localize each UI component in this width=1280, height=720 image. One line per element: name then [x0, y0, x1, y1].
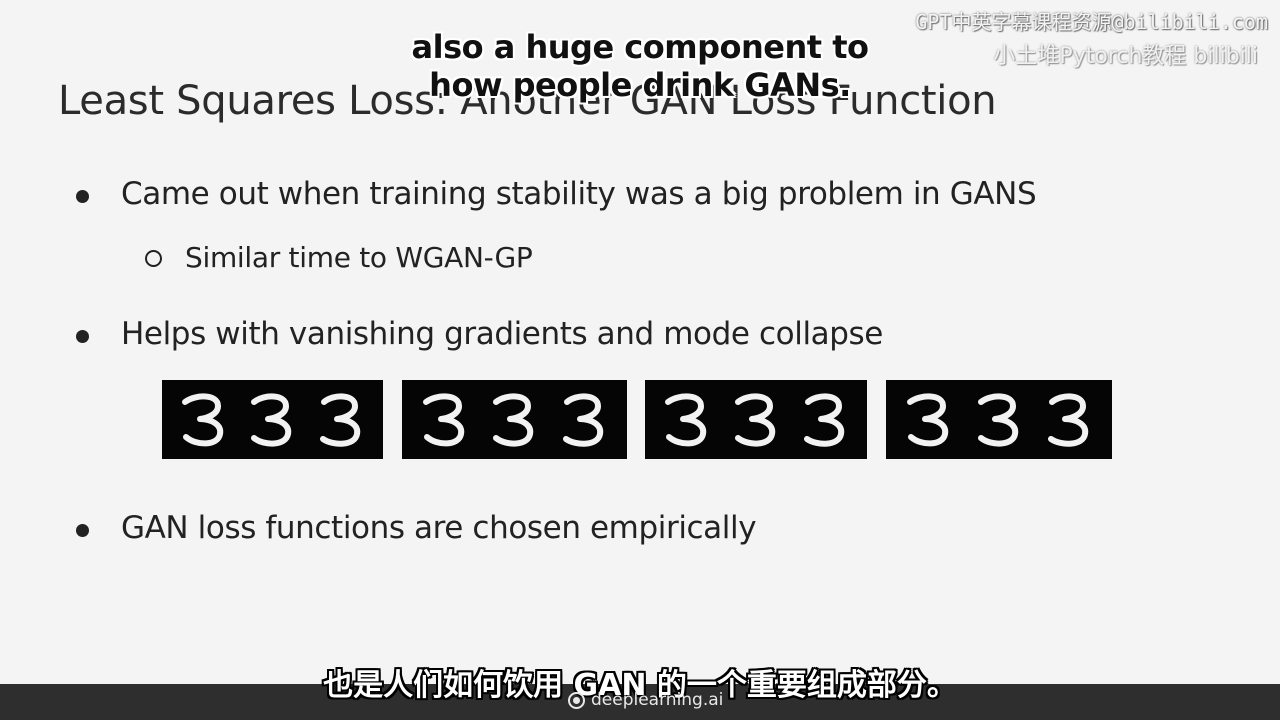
digit-stroke — [182, 393, 224, 446]
handwritten-digit-3 — [907, 393, 949, 446]
digit-stroke — [251, 393, 292, 446]
digit-stroke — [803, 393, 844, 447]
digit-stroke — [493, 393, 534, 446]
bullet-1: Came out when training stability was a b… — [76, 176, 1037, 212]
handwritten-digit-3 — [734, 393, 776, 446]
sub-bullet-1: Similar time to WGAN-GP — [145, 241, 533, 274]
handwritten-digit-3 — [251, 393, 292, 446]
handwritten-digit-3 — [493, 393, 534, 446]
slide: Least Squares Loss: Another GAN Loss Fun… — [0, 0, 1280, 720]
handwritten-digit-3 — [803, 393, 844, 447]
digit-stroke — [978, 393, 1019, 446]
bullet-3: GAN loss functions are chosen empiricall… — [76, 510, 757, 546]
mnist-digit-strip-3 — [645, 380, 867, 459]
hollow-circle-icon — [145, 250, 162, 267]
handwritten-digit-3 — [422, 393, 464, 446]
deeplearning-logo-icon — [568, 691, 585, 709]
bullet-dot-icon — [76, 190, 89, 203]
bullet-3-text: GAN loss functions are chosen empiricall… — [121, 510, 757, 546]
digit-stroke — [563, 393, 604, 447]
bullet-dot-icon — [76, 330, 89, 343]
handwritten-digit-3 — [182, 393, 224, 446]
bullet-2: Helps with vanishing gradients and mode … — [76, 316, 883, 352]
digit-stroke — [422, 393, 464, 446]
digit-stroke — [1048, 393, 1089, 447]
handwritten-digit-3 — [978, 393, 1019, 446]
mnist-digit-strip-1 — [162, 380, 383, 459]
bullet-1-text: Came out when training stability was a b… — [121, 176, 1037, 212]
digit-stroke — [734, 393, 776, 446]
digit-stroke — [319, 393, 360, 447]
digit-stroke — [907, 393, 949, 446]
bullet-2-text: Helps with vanishing gradients and mode … — [121, 316, 883, 352]
digit-stroke — [665, 393, 707, 446]
handwritten-digit-3 — [319, 393, 360, 447]
sub-bullet-1-text: Similar time to WGAN-GP — [185, 241, 533, 274]
handwritten-digit-3 — [665, 393, 707, 446]
footer-brand-label: deeplearning.ai — [591, 690, 724, 710]
footer-brand: deeplearning.ai — [568, 690, 723, 710]
subtitle-english-line-1: also a huge component to — [411, 28, 869, 66]
handwritten-digit-3 — [563, 393, 604, 447]
mnist-digit-strip-2 — [402, 380, 627, 459]
bullet-dot-icon — [76, 524, 89, 537]
handwritten-digit-3 — [1048, 393, 1089, 447]
mnist-digit-strip-4 — [886, 380, 1112, 459]
subtitle-english-line-2: how people drink GANs. — [429, 66, 851, 104]
